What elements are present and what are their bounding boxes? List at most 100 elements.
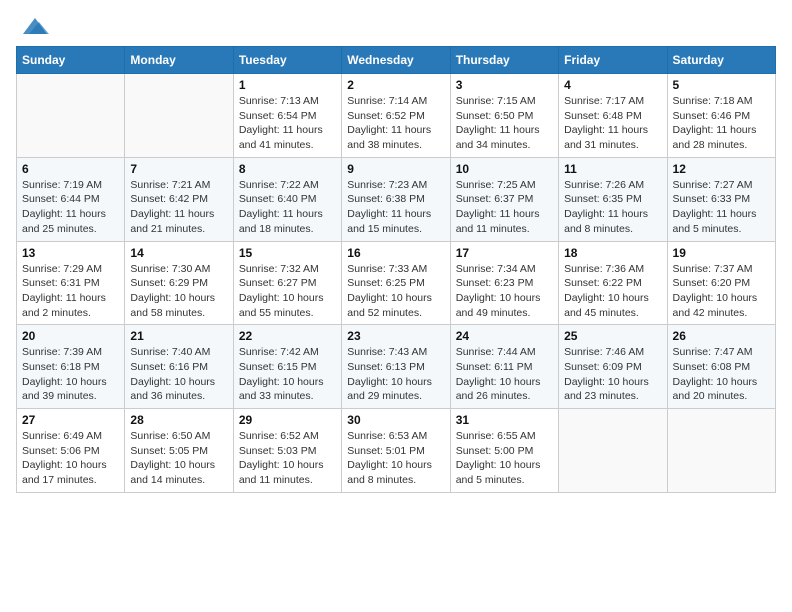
- calendar-day-cell: 28Sunrise: 6:50 AMSunset: 5:05 PMDayligh…: [125, 409, 233, 493]
- day-info: Sunrise: 7:32 AMSunset: 6:27 PMDaylight:…: [239, 262, 336, 321]
- day-info: Sunrise: 7:13 AMSunset: 6:54 PMDaylight:…: [239, 94, 336, 153]
- calendar-day-cell: 15 Sunrise: 7:32 AMSunset: 6:27 PMDayligh…: [233, 241, 341, 325]
- day-number: 21: [130, 329, 227, 343]
- calendar-table: SundayMondayTuesdayWednesdayThursdayFrid…: [16, 46, 776, 493]
- calendar-day-cell: 12 Sunrise: 7:27 AMSunset: 6:33 PMDayligh…: [667, 157, 775, 241]
- calendar-day-cell: 16 Sunrise: 7:33 AMSunset: 6:25 PMDayligh…: [342, 241, 450, 325]
- day-info: Sunrise: 7:44 AMSunset: 6:11 PMDaylight:…: [456, 345, 553, 404]
- day-info: Sunrise: 7:46 AMSunset: 6:09 PMDaylight:…: [564, 345, 661, 404]
- weekday-header: Friday: [559, 47, 667, 74]
- weekday-header: Wednesday: [342, 47, 450, 74]
- calendar-day-cell: 3 Sunrise: 7:15 AMSunset: 6:50 PMDaylight…: [450, 74, 558, 158]
- day-info: Sunrise: 6:55 AMSunset: 5:00 PMDaylight:…: [456, 429, 553, 488]
- calendar-day-cell: 26Sunrise: 7:47 AMSunset: 6:08 PMDayligh…: [667, 325, 775, 409]
- calendar-day-cell: 9Sunrise: 7:23 AMSunset: 6:38 PMDaylight…: [342, 157, 450, 241]
- day-info: Sunrise: 6:50 AMSunset: 5:05 PMDaylight:…: [130, 429, 227, 488]
- calendar-day-cell: 14 Sunrise: 7:30 AMSunset: 6:29 PMDayligh…: [125, 241, 233, 325]
- logo-icon: [19, 14, 49, 36]
- weekday-header: Thursday: [450, 47, 558, 74]
- page-header: [16, 16, 776, 36]
- calendar-day-cell: 23Sunrise: 7:43 AMSunset: 6:13 PMDayligh…: [342, 325, 450, 409]
- calendar-day-cell: 2 Sunrise: 7:14 AMSunset: 6:52 PMDaylight…: [342, 74, 450, 158]
- calendar-day-cell: 1 Sunrise: 7:13 AMSunset: 6:54 PMDaylight…: [233, 74, 341, 158]
- weekday-header: Tuesday: [233, 47, 341, 74]
- calendar-day-cell: 4Sunrise: 7:17 AMSunset: 6:48 PMDaylight…: [559, 74, 667, 158]
- day-number: 15: [239, 246, 336, 260]
- day-info: Sunrise: 7:14 AMSunset: 6:52 PMDaylight:…: [347, 94, 444, 153]
- day-info: Sunrise: 6:53 AMSunset: 5:01 PMDaylight:…: [347, 429, 444, 488]
- day-info: Sunrise: 7:39 AMSunset: 6:18 PMDaylight:…: [22, 345, 119, 404]
- day-info: Sunrise: 7:34 AMSunset: 6:23 PMDaylight:…: [456, 262, 553, 321]
- day-info: Sunrise: 7:25 AMSunset: 6:37 PMDaylight:…: [456, 178, 553, 237]
- day-number: 27: [22, 413, 119, 427]
- day-info: Sunrise: 6:49 AMSunset: 5:06 PMDaylight:…: [22, 429, 119, 488]
- calendar-day-cell: 19 Sunrise: 7:37 AMSunset: 6:20 PMDayligh…: [667, 241, 775, 325]
- day-number: 30: [347, 413, 444, 427]
- calendar-day-cell: 20 Sunrise: 7:39 AMSunset: 6:18 PMDayligh…: [17, 325, 125, 409]
- day-number: 8: [239, 162, 336, 176]
- day-number: 17: [456, 246, 553, 260]
- day-number: 24: [456, 329, 553, 343]
- day-number: 7: [130, 162, 227, 176]
- weekday-header: Sunday: [17, 47, 125, 74]
- logo: [16, 16, 49, 36]
- day-info: Sunrise: 7:26 AMSunset: 6:35 PMDaylight:…: [564, 178, 661, 237]
- day-info: Sunrise: 7:15 AMSunset: 6:50 PMDaylight:…: [456, 94, 553, 153]
- day-number: 11: [564, 162, 661, 176]
- day-info: Sunrise: 7:21 AMSunset: 6:42 PMDaylight:…: [130, 178, 227, 237]
- calendar-day-cell: 13 Sunrise: 7:29 AMSunset: 6:31 PMDayligh…: [17, 241, 125, 325]
- day-number: 13: [22, 246, 119, 260]
- day-info: Sunrise: 7:43 AMSunset: 6:13 PMDaylight:…: [347, 345, 444, 404]
- calendar-week-row: 1 Sunrise: 7:13 AMSunset: 6:54 PMDaylight…: [17, 74, 776, 158]
- day-number: 12: [673, 162, 770, 176]
- calendar-day-cell: 25 Sunrise: 7:46 AMSunset: 6:09 PMDayligh…: [559, 325, 667, 409]
- calendar-day-cell: [17, 74, 125, 158]
- day-info: Sunrise: 7:18 AMSunset: 6:46 PMDaylight:…: [673, 94, 770, 153]
- day-info: Sunrise: 7:33 AMSunset: 6:25 PMDaylight:…: [347, 262, 444, 321]
- day-number: 19: [673, 246, 770, 260]
- calendar-day-cell: [559, 409, 667, 493]
- calendar-day-cell: 10 Sunrise: 7:25 AMSunset: 6:37 PMDayligh…: [450, 157, 558, 241]
- day-info: Sunrise: 7:23 AMSunset: 6:38 PMDaylight:…: [347, 178, 444, 237]
- calendar-day-cell: 5 Sunrise: 7:18 AMSunset: 6:46 PMDaylight…: [667, 74, 775, 158]
- calendar-week-row: 20 Sunrise: 7:39 AMSunset: 6:18 PMDayligh…: [17, 325, 776, 409]
- calendar-day-cell: 21 Sunrise: 7:40 AMSunset: 6:16 PMDayligh…: [125, 325, 233, 409]
- day-number: 26: [673, 329, 770, 343]
- calendar-week-row: 27 Sunrise: 6:49 AMSunset: 5:06 PMDayligh…: [17, 409, 776, 493]
- day-info: Sunrise: 7:30 AMSunset: 6:29 PMDaylight:…: [130, 262, 227, 321]
- day-number: 5: [673, 78, 770, 92]
- day-info: Sunrise: 7:27 AMSunset: 6:33 PMDaylight:…: [673, 178, 770, 237]
- day-info: Sunrise: 7:37 AMSunset: 6:20 PMDaylight:…: [673, 262, 770, 321]
- day-number: 2: [347, 78, 444, 92]
- calendar-day-cell: 29 Sunrise: 6:52 AMSunset: 5:03 PMDayligh…: [233, 409, 341, 493]
- day-info: Sunrise: 6:52 AMSunset: 5:03 PMDaylight:…: [239, 429, 336, 488]
- weekday-header: Saturday: [667, 47, 775, 74]
- calendar-week-row: 13 Sunrise: 7:29 AMSunset: 6:31 PMDayligh…: [17, 241, 776, 325]
- day-number: 14: [130, 246, 227, 260]
- day-info: Sunrise: 7:22 AMSunset: 6:40 PMDaylight:…: [239, 178, 336, 237]
- day-info: Sunrise: 7:42 AMSunset: 6:15 PMDaylight:…: [239, 345, 336, 404]
- day-number: 3: [456, 78, 553, 92]
- day-info: Sunrise: 7:29 AMSunset: 6:31 PMDaylight:…: [22, 262, 119, 321]
- calendar-day-cell: 31Sunrise: 6:55 AMSunset: 5:00 PMDayligh…: [450, 409, 558, 493]
- day-info: Sunrise: 7:17 AMSunset: 6:48 PMDaylight:…: [564, 94, 661, 153]
- calendar-week-row: 6Sunrise: 7:19 AMSunset: 6:44 PMDaylight…: [17, 157, 776, 241]
- weekday-header: Monday: [125, 47, 233, 74]
- day-number: 16: [347, 246, 444, 260]
- day-number: 6: [22, 162, 119, 176]
- day-number: 20: [22, 329, 119, 343]
- calendar-day-cell: 27 Sunrise: 6:49 AMSunset: 5:06 PMDayligh…: [17, 409, 125, 493]
- calendar-day-cell: 11 Sunrise: 7:26 AMSunset: 6:35 PMDayligh…: [559, 157, 667, 241]
- day-number: 1: [239, 78, 336, 92]
- calendar-day-cell: 30 Sunrise: 6:53 AMSunset: 5:01 PMDayligh…: [342, 409, 450, 493]
- day-number: 29: [239, 413, 336, 427]
- calendar-day-cell: 17 Sunrise: 7:34 AMSunset: 6:23 PMDayligh…: [450, 241, 558, 325]
- calendar-day-cell: 22 Sunrise: 7:42 AMSunset: 6:15 PMDayligh…: [233, 325, 341, 409]
- day-info: Sunrise: 7:36 AMSunset: 6:22 PMDaylight:…: [564, 262, 661, 321]
- day-number: 18: [564, 246, 661, 260]
- day-number: 25: [564, 329, 661, 343]
- day-info: Sunrise: 7:40 AMSunset: 6:16 PMDaylight:…: [130, 345, 227, 404]
- day-number: 10: [456, 162, 553, 176]
- day-number: 22: [239, 329, 336, 343]
- calendar-day-cell: [667, 409, 775, 493]
